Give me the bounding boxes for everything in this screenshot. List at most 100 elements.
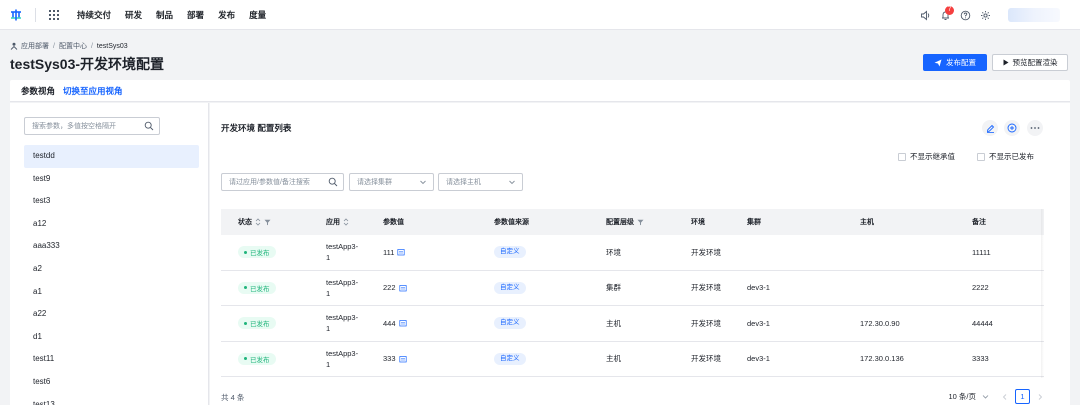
column-status: 状态 xyxy=(221,217,326,227)
note-cell: 44444 xyxy=(972,318,993,328)
value-detail-icon[interactable] xyxy=(398,355,407,363)
top-navbar: 持续交付 研发 制品 部署 发布 度量 7 xyxy=(0,0,1080,30)
host-select[interactable]: 请选择主机 xyxy=(438,173,523,191)
status-text: 已发布 xyxy=(250,285,270,293)
env-cell: 开发环境 xyxy=(691,283,721,293)
sort-icon[interactable] xyxy=(255,218,261,226)
list-item[interactable]: aaa333 xyxy=(24,235,199,258)
filter-icon[interactable] xyxy=(264,219,271,226)
list-item[interactable]: a1 xyxy=(24,281,199,304)
cluster-cell: dev3-1 xyxy=(747,283,770,293)
level-cell: 主机 xyxy=(606,354,621,364)
source-tag: 自定义 xyxy=(494,246,526,259)
hide-unpublished-checkbox[interactable]: 不显示已发布 xyxy=(977,151,1034,162)
preview-render-label: 预览配置渲染 xyxy=(1012,58,1058,67)
page-number-button[interactable]: 1 xyxy=(1015,389,1030,404)
nav-item-artifacts[interactable]: 制品 xyxy=(149,0,180,30)
send-icon xyxy=(934,59,942,66)
nav-item-dev[interactable]: 研发 xyxy=(118,0,149,30)
sort-icon[interactable] xyxy=(343,218,349,226)
add-button[interactable] xyxy=(1004,120,1020,136)
column-value: 参数值 xyxy=(383,219,404,226)
value-text: 222 xyxy=(383,283,396,293)
list-item[interactable]: test13 xyxy=(24,394,199,405)
list-item[interactable]: a2 xyxy=(24,258,199,281)
source-cell: 自定义 xyxy=(494,317,606,330)
nav-item-continuous-delivery[interactable]: 持续交付 xyxy=(70,0,118,30)
list-item[interactable]: test3 xyxy=(24,190,199,213)
list-item[interactable]: d1 xyxy=(24,326,199,349)
checkbox-box[interactable] xyxy=(977,152,985,161)
list-item[interactable]: test9 xyxy=(24,168,199,191)
list-item[interactable]: test6 xyxy=(24,371,199,394)
config-list-panel: 开发环境 配置列表 不显示继承值 不显示已发布 请过应用/参数值/备注搜索 请选… xyxy=(210,103,1070,405)
value-detail-icon[interactable] xyxy=(398,284,407,292)
chevron-down-icon xyxy=(419,178,427,188)
value-cell: 222 xyxy=(383,283,494,292)
note-cell: 2222 xyxy=(972,283,989,293)
plus-circle-icon xyxy=(1007,123,1017,133)
apps-grid-icon[interactable] xyxy=(46,7,62,23)
breadcrumb-separator: / xyxy=(90,42,93,50)
help-icon[interactable] xyxy=(956,6,974,24)
more-button[interactable] xyxy=(1027,120,1043,136)
filter-icon[interactable] xyxy=(637,219,644,226)
hide-inherited-checkbox[interactable]: 不显示继承值 xyxy=(898,151,955,162)
checkbox-box[interactable] xyxy=(898,152,906,161)
page-size-select[interactable]: 10 条/页 xyxy=(948,391,976,402)
table-row[interactable]: 已发布 testApp3- 1 333 自定义 主机 开发环境 dev3-1 1… xyxy=(221,342,1044,377)
table-footer: 共 4 条 10 条/页 1 xyxy=(221,389,1044,405)
table-row[interactable]: 已发布 testApp3- 1 111 自定义 环境 开发环境 11111 xyxy=(221,235,1044,271)
config-search-input[interactable]: 请过应用/参数值/备注搜索 xyxy=(221,173,344,191)
value-text: 111 xyxy=(383,247,395,257)
env-cell: 开发环境 xyxy=(691,354,721,364)
chevron-down-icon[interactable] xyxy=(982,393,989,400)
value-detail-icon[interactable] xyxy=(398,319,407,327)
user-avatar[interactable] xyxy=(1008,8,1060,22)
preview-render-button[interactable]: 预览配置渲染 xyxy=(992,54,1068,71)
nav-item-release[interactable]: 发布 xyxy=(211,0,242,30)
breadcrumb-item-current: testSys03 xyxy=(96,42,128,50)
table-header: 状态 应用 参数值 参数值来源 配置层级 环境 集群 主机 备注 xyxy=(221,209,1044,235)
breadcrumb-item-app-deploy[interactable]: 应用部署 xyxy=(21,41,49,51)
status-cell: 已发布 xyxy=(221,317,326,330)
list-item[interactable]: a12 xyxy=(24,213,199,236)
speaker-icon[interactable] xyxy=(916,6,934,24)
edit-button[interactable] xyxy=(982,120,998,136)
pagination: 10 条/页 1 xyxy=(948,389,1044,404)
search-icon[interactable] xyxy=(328,177,338,189)
search-icon[interactable] xyxy=(144,121,154,133)
parameter-search-input[interactable]: 搜索参数，多值按空格隔开 xyxy=(24,117,160,135)
env-cell: 开发环境 xyxy=(691,247,721,257)
cluster-select[interactable]: 请选择集群 xyxy=(349,173,434,191)
edit-icon xyxy=(986,124,994,133)
status-badge: 已发布 xyxy=(238,281,276,294)
host-cell: 172.30.0.90 xyxy=(860,318,900,328)
app-cell: testApp3- 1 xyxy=(326,313,359,334)
table-row[interactable]: 已发布 testApp3- 1 222 自定义 集群 开发环境 dev3-1 2… xyxy=(221,271,1044,306)
list-item[interactable]: a22 xyxy=(24,303,199,326)
publish-config-button[interactable]: 发布配置 xyxy=(923,54,987,71)
notification-badge: 7 xyxy=(945,6,954,15)
value-detail-icon[interactable] xyxy=(397,248,405,256)
next-page-icon[interactable] xyxy=(1036,393,1044,401)
nav-item-metrics[interactable]: 度量 xyxy=(242,0,273,30)
parameter-search-placeholder: 搜索参数，多值按空格隔开 xyxy=(32,123,116,130)
list-item[interactable]: testdd xyxy=(24,145,199,168)
status-badge: 已发布 xyxy=(238,246,276,259)
status-text: 已发布 xyxy=(250,356,270,364)
source-cell: 自定义 xyxy=(494,246,606,259)
level-cell: 环境 xyxy=(606,247,621,257)
logo-icon[interactable] xyxy=(3,0,29,30)
gear-icon[interactable] xyxy=(976,6,994,24)
source-tag: 自定义 xyxy=(494,352,526,365)
divider xyxy=(35,7,36,22)
value-text: 333 xyxy=(383,354,396,364)
list-item[interactable]: test11 xyxy=(24,348,199,371)
bell-icon[interactable]: 7 xyxy=(936,6,954,24)
breadcrumb-item-config-center[interactable]: 配置中心 xyxy=(59,41,87,51)
nav-item-deploy[interactable]: 部署 xyxy=(180,0,211,30)
table-row[interactable]: 已发布 testApp3- 1 444 自定义 主机 开发环境 dev3-1 1… xyxy=(221,306,1044,342)
prev-page-icon[interactable] xyxy=(1001,393,1009,401)
switch-to-app-view-link[interactable]: 切换至应用视角 xyxy=(63,85,123,97)
